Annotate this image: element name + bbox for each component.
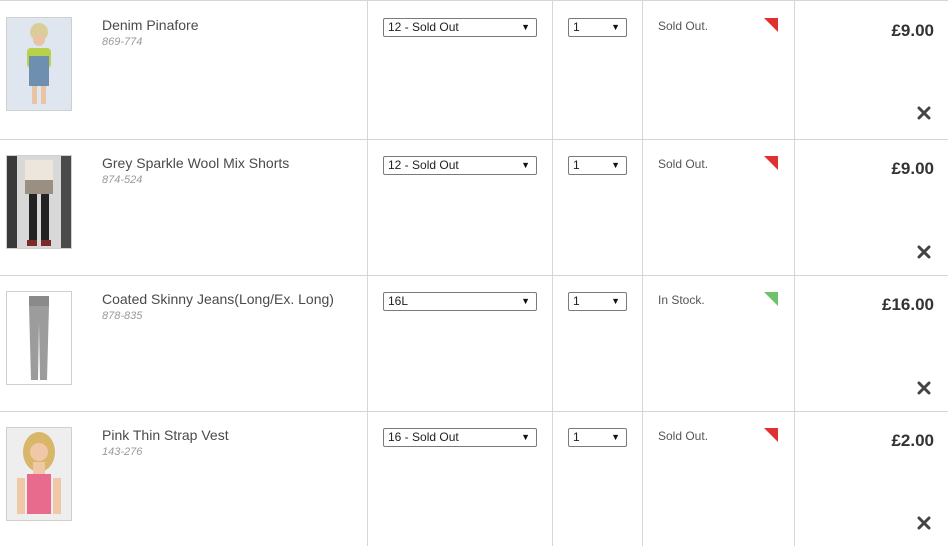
triangle-down-icon: ▼ bbox=[521, 22, 530, 32]
triangle-down-icon: ▼ bbox=[611, 22, 620, 32]
quantity-select-value: 1 bbox=[573, 430, 580, 444]
stock-status: Sold Out. bbox=[658, 429, 709, 443]
product-name[interactable]: Denim Pinafore bbox=[102, 17, 199, 33]
stock-status: In Stock. bbox=[658, 293, 705, 307]
size-select-value: 16 - Sold Out bbox=[388, 430, 459, 444]
column-divider bbox=[552, 276, 553, 411]
quantity-select-value: 1 bbox=[573, 294, 580, 308]
size-select-value: 12 - Sold Out bbox=[388, 158, 459, 172]
quantity-select-value: 1 bbox=[573, 158, 580, 172]
quantity-select-value: 1 bbox=[573, 20, 580, 34]
quantity-select[interactable]: 1 ▼ bbox=[568, 428, 627, 447]
quantity-select[interactable]: 1 ▼ bbox=[568, 292, 627, 311]
basket-table: Denim Pinafore 869-774 12 - Sold Out ▼ 1… bbox=[0, 0, 948, 546]
product-image[interactable] bbox=[6, 291, 72, 385]
size-select[interactable]: 16L ▼ bbox=[383, 292, 537, 311]
quantity-select[interactable]: 1 ▼ bbox=[568, 18, 627, 37]
column-divider bbox=[642, 412, 643, 546]
size-select-value: 16L bbox=[388, 294, 409, 308]
column-divider bbox=[794, 1, 795, 139]
size-select[interactable]: 12 - Sold Out ▼ bbox=[383, 156, 537, 175]
column-divider bbox=[552, 1, 553, 139]
column-divider bbox=[642, 1, 643, 139]
product-image[interactable] bbox=[6, 17, 72, 111]
column-divider bbox=[367, 412, 368, 546]
product-image[interactable] bbox=[6, 427, 72, 521]
triangle-down-icon: ▼ bbox=[521, 432, 530, 442]
product-name[interactable]: Pink Thin Strap Vest bbox=[102, 427, 229, 443]
basket-row: Coated Skinny Jeans(Long/Ex. Long) 878-8… bbox=[0, 276, 948, 412]
item-price: £2.00 bbox=[891, 431, 934, 450]
column-divider bbox=[794, 276, 795, 411]
quantity-select[interactable]: 1 ▼ bbox=[568, 156, 627, 175]
column-divider bbox=[642, 276, 643, 411]
column-divider bbox=[367, 276, 368, 411]
stock-status: Sold Out. bbox=[658, 19, 709, 33]
triangle-down-icon: ▼ bbox=[611, 160, 620, 170]
product-name[interactable]: Grey Sparkle Wool Mix Shorts bbox=[102, 155, 289, 171]
size-select[interactable]: 16 - Sold Out ▼ bbox=[383, 428, 537, 447]
triangle-down-icon: ▼ bbox=[611, 296, 620, 306]
basket-row: Denim Pinafore 869-774 12 - Sold Out ▼ 1… bbox=[0, 1, 948, 140]
triangle-down-icon: ▼ bbox=[521, 296, 530, 306]
stock-flag-icon bbox=[764, 292, 778, 306]
close-icon[interactable] bbox=[916, 380, 932, 396]
item-price: £9.00 bbox=[891, 21, 934, 40]
product-image[interactable] bbox=[6, 155, 72, 249]
stock-flag-icon bbox=[764, 428, 778, 442]
size-select[interactable]: 12 - Sold Out ▼ bbox=[383, 18, 537, 37]
product-code: 143-276 bbox=[102, 446, 143, 458]
triangle-down-icon: ▼ bbox=[611, 432, 620, 442]
close-icon[interactable] bbox=[916, 515, 932, 531]
product-code: 874-524 bbox=[102, 174, 143, 186]
product-name[interactable]: Coated Skinny Jeans(Long/Ex. Long) bbox=[102, 291, 334, 307]
column-divider bbox=[794, 140, 795, 275]
close-icon[interactable] bbox=[916, 244, 932, 260]
item-price: £9.00 bbox=[891, 159, 934, 178]
close-icon[interactable] bbox=[916, 105, 932, 121]
basket-row: Pink Thin Strap Vest 143-276 16 - Sold O… bbox=[0, 412, 948, 546]
column-divider bbox=[552, 412, 553, 546]
product-code: 878-835 bbox=[102, 310, 143, 322]
column-divider bbox=[367, 140, 368, 275]
size-select-value: 12 - Sold Out bbox=[388, 20, 459, 34]
item-price: £16.00 bbox=[882, 295, 934, 314]
column-divider bbox=[794, 412, 795, 546]
basket-row: Grey Sparkle Wool Mix Shorts 874-524 12 … bbox=[0, 140, 948, 276]
column-divider bbox=[552, 140, 553, 275]
column-divider bbox=[642, 140, 643, 275]
product-code: 869-774 bbox=[102, 36, 143, 48]
triangle-down-icon: ▼ bbox=[521, 160, 530, 170]
stock-flag-icon bbox=[764, 156, 778, 170]
column-divider bbox=[367, 1, 368, 139]
stock-status: Sold Out. bbox=[658, 157, 709, 171]
stock-flag-icon bbox=[764, 18, 778, 32]
